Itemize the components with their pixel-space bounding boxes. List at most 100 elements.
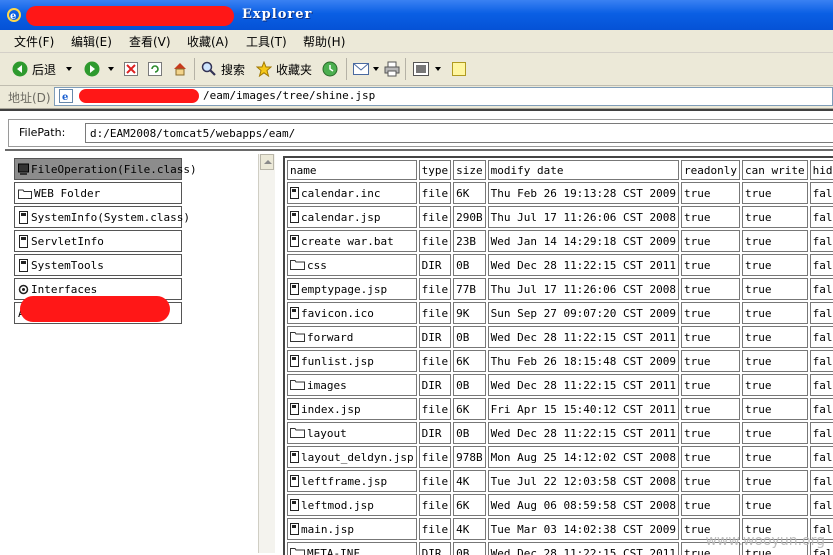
hidden-cell: false [810,302,833,324]
forward-dropdown[interactable] [108,60,114,78]
file-name-cell[interactable]: calendar.inc [287,182,417,204]
file-name-cell[interactable]: images [287,374,417,396]
column-header: readonly [681,160,740,180]
file-name[interactable]: index.jsp [301,403,361,416]
file-name-cell[interactable]: funlist.jsp [287,350,417,372]
size-cell: 4K [453,518,486,540]
table-row: cssDIR0BWed Dec 28 11:22:15 CST 2011true… [287,254,833,276]
file-name[interactable]: layout [307,427,347,440]
file-name-cell[interactable]: emptypage.jsp [287,278,417,300]
file-name[interactable]: funlist.jsp [301,355,374,368]
file-name-cell[interactable]: calendar.jsp [287,206,417,228]
menu-tools[interactable]: 工具(T) [246,33,287,50]
stop-button[interactable] [124,60,138,78]
file-name-cell[interactable]: create war.bat [287,230,417,252]
file-icon [290,235,299,247]
forward-button[interactable] [84,60,100,78]
tree-item-systemtools[interactable]: SystemTools [14,254,182,276]
type-cell: file [419,206,452,228]
home-button[interactable] [172,60,188,78]
tree-item-label: SystemInfo(System.class) [31,211,190,224]
page-icon [18,211,29,224]
file-name-cell[interactable]: css [287,254,417,276]
file-name-cell[interactable]: index.jsp [287,398,417,420]
size-cell: 290B [453,206,486,228]
file-name[interactable]: images [307,379,347,392]
file-name[interactable]: leftframe.jsp [301,475,387,488]
table-row: favicon.icofile9KSun Sep 27 09:07:20 CST… [287,302,833,324]
file-name-cell[interactable]: layout_deldyn.jsp [287,446,417,468]
note-icon [452,62,466,76]
size-cell: 6K [453,350,486,372]
file-name[interactable]: main.jsp [301,523,354,536]
can-write-cell: true [742,494,808,516]
file-name-cell[interactable]: leftframe.jsp [287,470,417,492]
modify-date-cell: Fri Apr 15 15:40:12 CST 2011 [488,398,679,420]
toolbar-separator [405,58,406,80]
toolbar-separator [194,58,195,80]
print-button[interactable] [384,60,400,78]
readonly-cell: true [681,398,740,420]
frame-scrollbar[interactable] [258,154,275,553]
file-name[interactable]: leftmod.jsp [301,499,374,512]
menu-view[interactable]: 查看(V) [129,33,171,50]
menu-file[interactable]: 文件(F) [14,33,54,50]
back-dropdown[interactable] [66,60,72,78]
size-cell: 77B [453,278,486,300]
edit-button[interactable] [413,60,441,78]
mail-icon [353,62,371,76]
mail-button[interactable] [353,60,379,78]
refresh-button[interactable] [148,60,162,78]
readonly-cell: true [681,350,740,372]
tree-item-servletinfo[interactable]: ServletInfo [14,230,182,252]
file-name[interactable]: favicon.ico [301,307,374,320]
hidden-cell: false [810,278,833,300]
file-name[interactable]: calendar.inc [301,187,380,200]
table-row: emptypage.jspfile77BThu Jul 17 11:26:06 … [287,278,833,300]
tree-item-web-folder[interactable]: WEB Folder [14,182,182,204]
type-cell: file [419,398,452,420]
filepath-label: FilePath: [19,126,65,139]
file-name-cell[interactable]: forward [287,326,417,348]
scroll-up-button[interactable] [260,154,274,170]
file-name-cell[interactable]: leftmod.jsp [287,494,417,516]
favorites-button[interactable]: 收藏夹 [256,60,312,78]
history-button[interactable] [322,60,338,78]
file-name[interactable]: calendar.jsp [301,211,380,224]
file-name-cell[interactable]: layout [287,422,417,444]
menu-bar: 文件(F) 编辑(E) 查看(V) 收藏(A) 工具(T) 帮助(H) [0,30,833,53]
size-cell: 6K [453,494,486,516]
table-row: funlist.jspfile6KThu Feb 26 18:15:48 CST… [287,350,833,372]
tree-item-label: SystemTools [31,259,104,272]
hidden-cell: false [810,206,833,228]
folder-icon [290,331,305,342]
type-cell: file [419,230,452,252]
tree-item-label: WEB Folder [34,187,100,200]
search-button[interactable]: 搜索 [201,60,245,78]
back-button[interactable]: 后退 [12,60,56,78]
menu-help[interactable]: 帮助(H) [303,33,345,50]
search-icon [201,61,217,77]
address-input[interactable]: e /eam/images/tree/shine.jsp [54,87,833,106]
tree-item-label: FileOperation(File.class) [31,163,197,176]
modify-date-cell: Thu Jul 17 11:26:06 CST 2008 [488,206,679,228]
file-name-cell[interactable]: main.jsp [287,518,417,540]
filepath-input[interactable]: d:/EAM2008/tomcat5/webapps/eam/ [85,123,833,143]
tree-item-systeminfo[interactable]: SystemInfo(System.class) [14,206,182,228]
can-write-cell: true [742,446,808,468]
file-name[interactable]: forward [307,331,353,344]
file-name[interactable]: css [307,259,327,272]
file-name[interactable]: create war.bat [301,235,394,248]
readonly-cell: true [681,278,740,300]
tree-item-fileoperation[interactable]: FileOperation(File.class) [14,158,182,180]
menu-favorites[interactable]: 收藏(A) [187,33,229,50]
menu-edit[interactable]: 编辑(E) [71,33,112,50]
svg-text:e: e [10,11,16,22]
folder-icon [18,187,32,200]
file-name[interactable]: layout_deldyn.jsp [301,451,414,464]
file-name-cell[interactable]: favicon.ico [287,302,417,324]
edit-page-icon [413,62,429,76]
file-name-cell[interactable]: META-INF [287,542,417,555]
file-name[interactable]: emptypage.jsp [301,283,387,296]
messenger-button[interactable] [452,60,466,78]
